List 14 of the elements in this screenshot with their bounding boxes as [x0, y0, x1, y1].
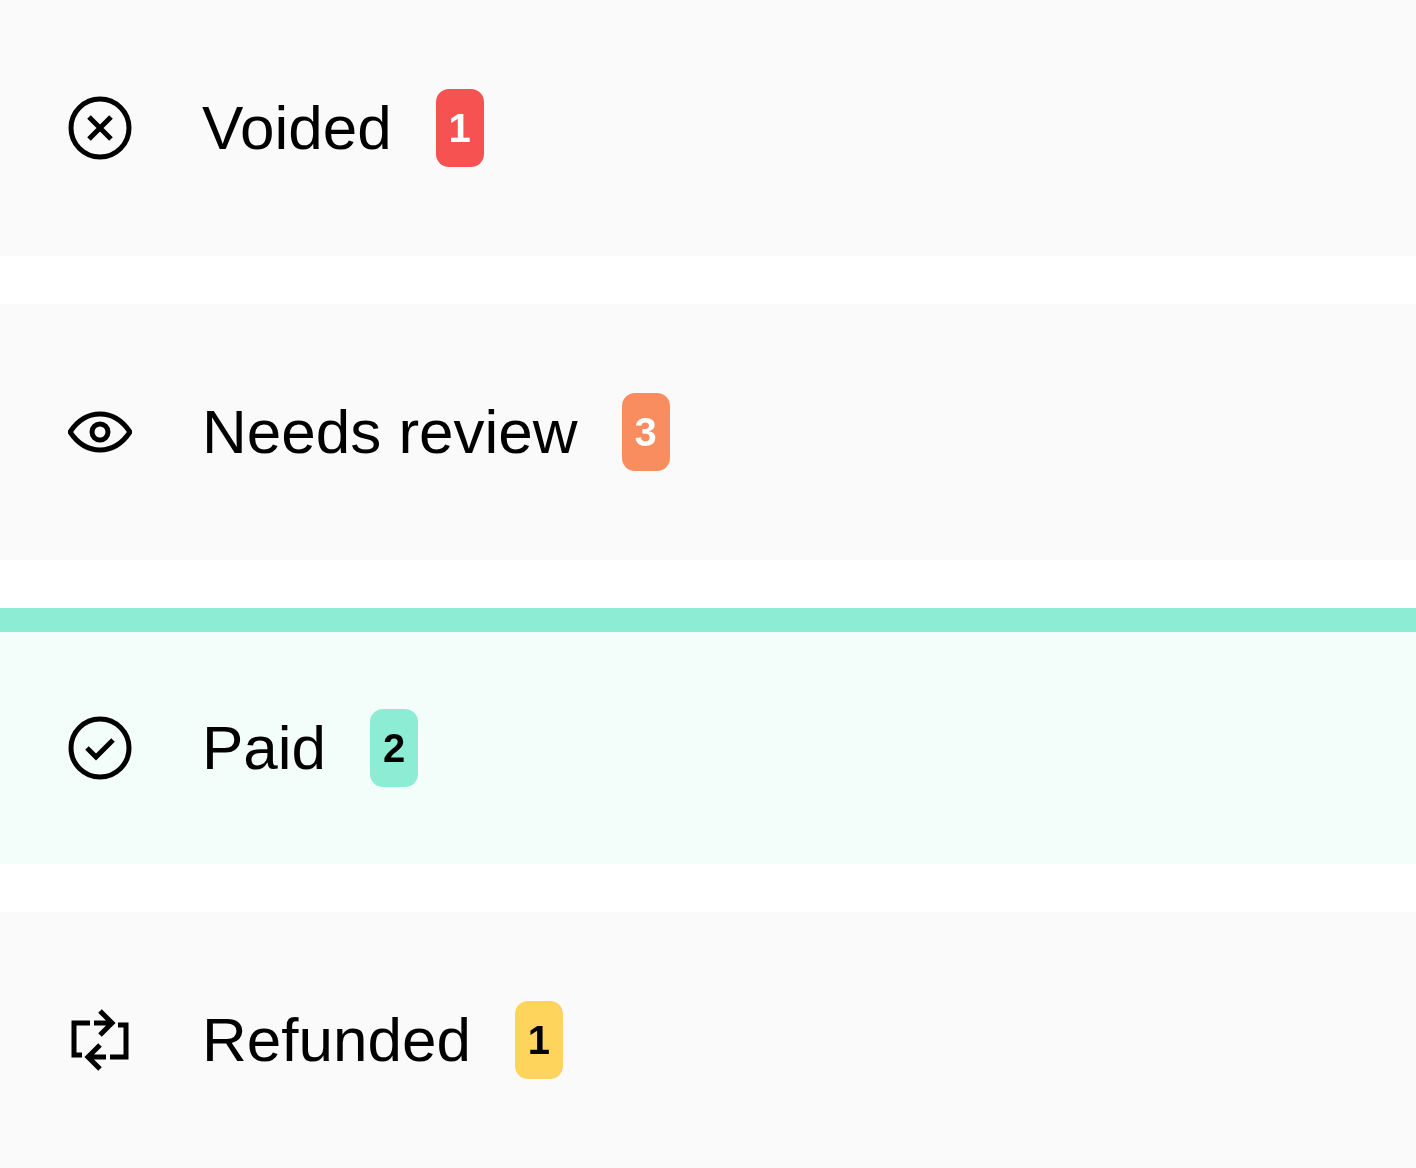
status-row[interactable]: Paid 2 — [0, 608, 1416, 864]
count-badge: 2 — [370, 709, 419, 787]
status-label: Needs review — [202, 401, 578, 463]
count-badge: 1 — [435, 89, 484, 167]
count-badge: 1 — [514, 1001, 563, 1079]
status-label: Refunded — [202, 1009, 471, 1071]
check-circle-icon — [68, 716, 132, 780]
count-badge: 3 — [621, 393, 670, 471]
status-row[interactable]: Voided 1 — [0, 0, 1416, 256]
status-label: Voided — [202, 97, 392, 159]
status-row[interactable]: Refunded 1 — [0, 912, 1416, 1168]
status-row[interactable]: Needs review 3 — [0, 304, 1416, 560]
cancel-icon — [68, 96, 132, 160]
status-label: Paid — [202, 717, 327, 779]
